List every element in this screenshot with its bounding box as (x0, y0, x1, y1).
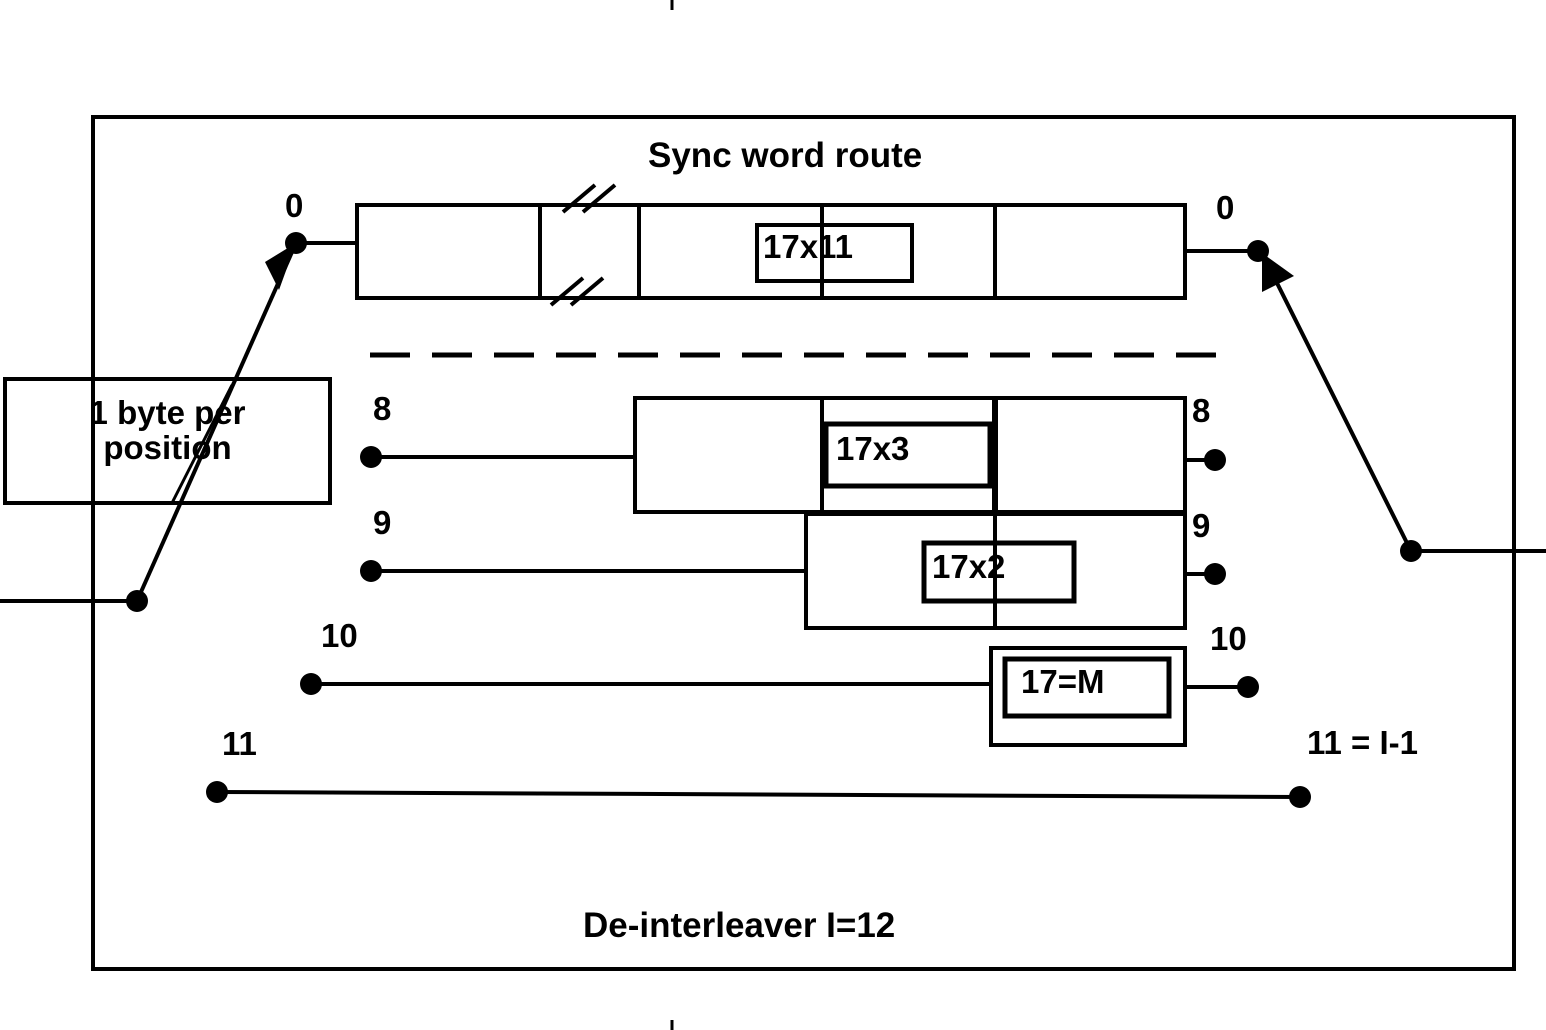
branch-10-left-label: 10 (321, 617, 358, 654)
branch-8-node-right (1204, 449, 1226, 471)
branch-9-node-left (360, 560, 382, 582)
deinterleaver-title: De-interleaver I=12 (583, 906, 896, 945)
branch-11-node-left (206, 781, 228, 803)
branch-8-left-label: 8 (373, 390, 392, 427)
diagram-canvas: Sync word route De-interleaver I=12 1 by… (0, 0, 1546, 1030)
output-switch-arm (1260, 252, 1413, 552)
branch-9-right-label: 9 (1192, 507, 1211, 544)
cell-17x2-label: 17x2 (932, 548, 1006, 585)
cell-17M-label: 17=M (1021, 663, 1105, 700)
branch-8-register (633, 396, 1187, 514)
source-box-line-2: position (103, 428, 232, 466)
branch-0-left-label: 0 (285, 187, 304, 224)
branch-11-left-label: 11 (222, 725, 257, 762)
branch-8-node-left (360, 446, 382, 468)
input-switch-arrowhead (265, 243, 296, 290)
branch-10-node-right (1237, 676, 1259, 698)
sync-word-route-title: Sync word route (648, 136, 923, 175)
branch-10-node-left (300, 673, 322, 695)
cell-17x3-label: 17x3 (836, 430, 910, 467)
branch-9-node-right (1204, 563, 1226, 585)
source-box-line-1: 1 byte per (89, 394, 246, 431)
branch-11-node-right (1289, 786, 1311, 808)
branch-11-right-label: 11 = I-1 (1307, 724, 1419, 761)
branch-9-left-label: 9 (373, 504, 392, 541)
branch-11-wire (216, 790, 1301, 799)
branch-8-right-label: 8 (1192, 392, 1211, 429)
cell-17x11-label: 17x11 (763, 228, 853, 265)
source-box-label: 1 byte per position (5, 394, 330, 466)
branch-0-right-label: 0 (1216, 189, 1235, 226)
branch-10-right-label: 10 (1210, 620, 1247, 657)
